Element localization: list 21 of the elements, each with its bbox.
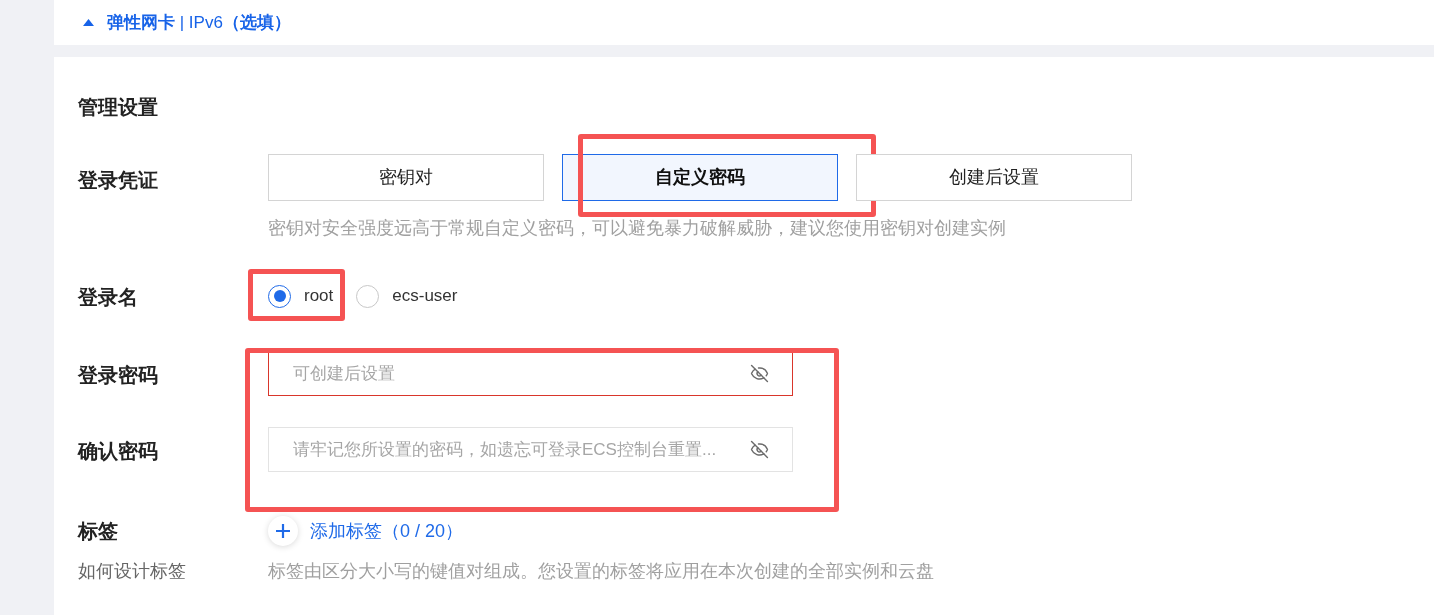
eye-off-icon[interactable] (750, 364, 769, 383)
field-label: 标签 (78, 519, 119, 544)
radio-option[interactable]: root (268, 283, 334, 309)
add-tag-button[interactable]: 添加标签（0 / 20） (268, 516, 464, 546)
field-label: 登录密码 (78, 362, 159, 388)
section-heading: 管理设置 (78, 95, 158, 120)
field-label: 登录名 (78, 285, 139, 310)
eye-off-icon[interactable] (750, 440, 769, 459)
help-link[interactable]: 如何设计标签 (78, 557, 268, 585)
password-field[interactable]: 可创建后设置 (268, 351, 793, 396)
hint-text: 密钥对安全强度远高于常规自定义密码，可以避免暴力破解威胁，建议您使用密钥对创建实例 (268, 217, 1006, 239)
field-label: 确认密码 (78, 438, 159, 464)
segment-tab[interactable]: 创建后设置 (856, 154, 1132, 201)
radio-option[interactable]: ecs-user (356, 283, 458, 309)
segment-tab[interactable]: 密钥对 (268, 154, 544, 201)
segment-tab[interactable]: 自定义密码 (562, 154, 838, 201)
field-label: 登录凭证 (78, 167, 159, 193)
section-header[interactable]: 弹性网卡 | IPv6（选填） (54, 0, 1434, 45)
section-title: 弹性网卡 | IPv6（选填） (107, 11, 291, 34)
plus-icon (268, 516, 298, 546)
hint-text: 标签由区分大小写的键值对组成。您设置的标签将应用在本次创建的全部实例和云盘 (268, 559, 934, 583)
